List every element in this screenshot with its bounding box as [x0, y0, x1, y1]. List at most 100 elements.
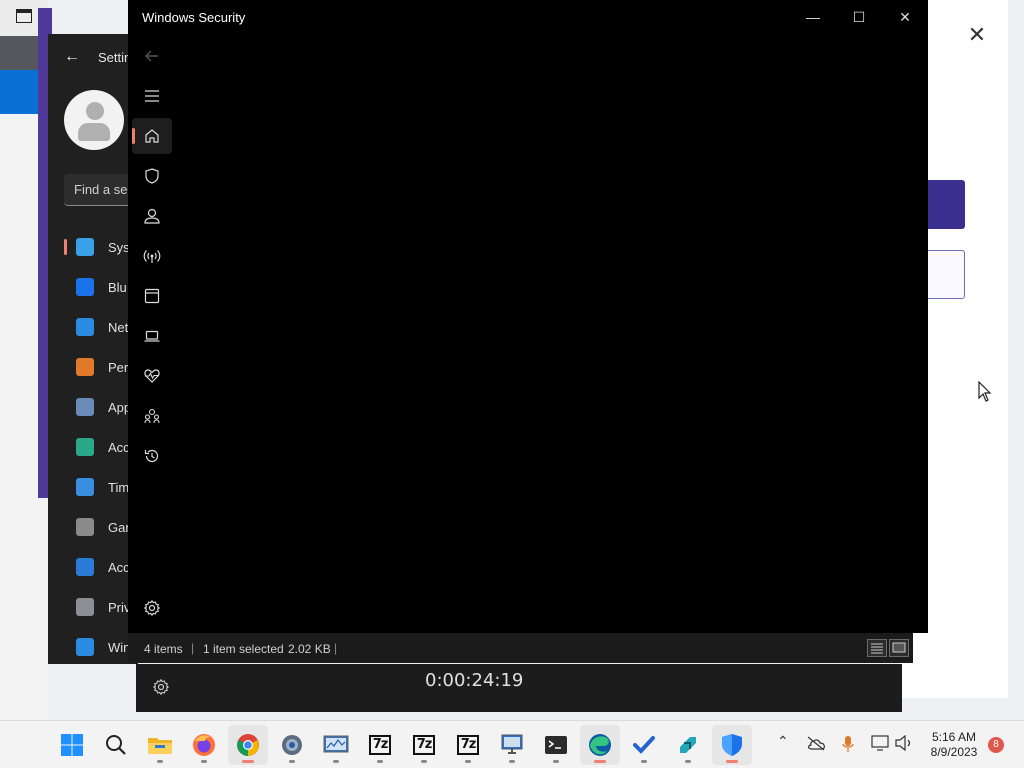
search-icon [106, 735, 126, 755]
settings-nav-item[interactable]: App [48, 387, 138, 427]
7zip-icon: 7z [368, 735, 392, 755]
details-view-icon[interactable] [867, 639, 887, 657]
notification-badge[interactable]: 8 [988, 737, 1004, 753]
settings-nav-label: Net [108, 319, 129, 335]
app-icon [680, 737, 696, 753]
brush-icon [76, 358, 94, 376]
clock-time: 5:16 AM [931, 730, 977, 744]
tiles-view-icon[interactable] [889, 639, 909, 657]
network-icon[interactable] [132, 238, 172, 274]
minimize-button[interactable]: — [790, 4, 836, 30]
wifi-icon [76, 318, 94, 336]
start-button[interactable] [52, 725, 92, 765]
recorder-bar: 0:00:24:19 [136, 664, 902, 712]
file-explorer-button[interactable] [140, 725, 180, 765]
app-button[interactable] [668, 725, 708, 765]
microphone-icon[interactable] [842, 735, 854, 753]
7zip-button-2[interactable]: 7z [404, 725, 444, 765]
selection-count: 1 item selected [203, 642, 284, 656]
clock[interactable]: 5:16 AM 8/9/2023 [926, 730, 982, 760]
search-button[interactable] [96, 725, 136, 765]
family-icon[interactable] [132, 398, 172, 434]
time-icon [76, 478, 94, 496]
settings-nav-label: Blu [108, 279, 127, 295]
monitor-icon [323, 735, 349, 753]
settings-nav-item[interactable]: Acc [48, 547, 138, 587]
chrome-icon [237, 734, 259, 756]
status-divider: | [191, 641, 195, 655]
settings-nav-item[interactable]: Sys [48, 227, 138, 267]
firefox-icon [193, 734, 215, 756]
title-bar: Windows Security — ☐ ✕ [128, 0, 928, 34]
cloud-icon[interactable] [806, 735, 826, 751]
apps-icon [76, 398, 94, 416]
chrome-button[interactable] [228, 725, 268, 765]
todo-button[interactable] [624, 725, 664, 765]
gear-icon [282, 735, 302, 755]
settings-nav-item[interactable]: Acc [48, 427, 138, 467]
explorer-status-bar: 4 items | 1 item selected 2.02 KB | [128, 633, 913, 663]
security-sidebar [128, 36, 176, 633]
settings-back-icon[interactable]: ← [64, 48, 80, 66]
settings-nav-item[interactable]: Blu [48, 267, 138, 307]
elapsed-time: 0:00:24:19 [425, 670, 524, 691]
settings-title: Settin [98, 50, 132, 65]
settings-nav-item[interactable]: Net [48, 307, 138, 347]
7zip-icon: 7z [456, 735, 480, 755]
7zip-button-1[interactable]: 7z [360, 725, 400, 765]
windows-security-window: Windows Security — ☐ ✕ [128, 0, 928, 633]
terminal-button[interactable] [536, 725, 576, 765]
selection-size: 2.02 KB [288, 642, 331, 656]
edge-icon [589, 734, 611, 756]
settings-nav-item[interactable]: Priv [48, 587, 138, 627]
item-count: 4 items [144, 642, 183, 656]
window-title: Windows Security [142, 10, 246, 25]
device-security-icon[interactable] [132, 318, 172, 354]
settings-nav-label: Acc [108, 559, 130, 575]
dialog-close-icon[interactable]: ✕ [962, 20, 992, 50]
network-tray-icon[interactable] [871, 735, 889, 751]
history-icon[interactable] [132, 438, 172, 474]
settings-nav-label: Tim [108, 479, 130, 495]
shield-icon [722, 734, 742, 756]
close-button[interactable]: ✕ [882, 4, 928, 30]
terminal-icon [545, 736, 567, 754]
mouse-cursor-icon [978, 381, 992, 402]
settings-nav-label: Gar [108, 519, 130, 535]
7zip-button-3[interactable]: 7z [448, 725, 488, 765]
menu-icon[interactable] [132, 78, 172, 114]
shield-icon[interactable] [132, 158, 172, 194]
settings-nav-item[interactable]: Per [48, 347, 138, 387]
clock-date: 8/9/2023 [930, 745, 978, 759]
settings-nav-label: Acc [108, 439, 130, 455]
settings-nav-label: Per [108, 359, 129, 375]
settings-nav-item[interactable]: Tim [48, 467, 138, 507]
remote-desktop-button[interactable] [492, 725, 532, 765]
firefox-button[interactable] [184, 725, 224, 765]
window-icon [16, 9, 32, 23]
edge-button[interactable] [580, 725, 620, 765]
settings-nav-item[interactable]: Win [48, 627, 138, 667]
back-icon[interactable] [132, 38, 172, 74]
home-icon[interactable] [132, 118, 172, 154]
windows-security-button[interactable] [712, 725, 752, 765]
resource-monitor-button[interactable] [316, 725, 356, 765]
chevron-up-icon[interactable]: ⌃ [777, 733, 789, 750]
recorder-settings-icon[interactable] [152, 678, 170, 696]
remote-desktop-icon [501, 734, 523, 754]
app-browser-icon[interactable] [132, 278, 172, 314]
settings-nav-item[interactable]: Gar [48, 507, 138, 547]
health-icon[interactable] [132, 358, 172, 394]
avatar[interactable] [64, 90, 124, 150]
settings-icon[interactable] [132, 590, 172, 626]
gaming-icon [76, 518, 94, 536]
settings-nav: Sys Blu Net Per App Acc Tim Gar Acc Priv Win [48, 227, 138, 667]
account-icon[interactable] [132, 198, 172, 234]
settings-window: ← Settin Find a se Sys Blu Net Per App Acc Tim… [48, 34, 144, 667]
volume-icon[interactable] [895, 735, 913, 751]
privacy-icon [76, 598, 94, 616]
settings-nav-label: Sys [108, 239, 130, 255]
settings-taskbar-button[interactable] [272, 725, 312, 765]
background-accent-bar [0, 70, 40, 114]
maximize-button[interactable]: ☐ [836, 4, 882, 30]
